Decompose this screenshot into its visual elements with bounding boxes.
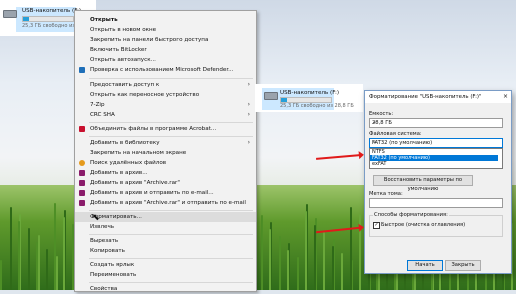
menu-separator [89, 234, 253, 235]
menu-item-recover-files[interactable]: Поиск удалённых файлов [75, 158, 256, 168]
grass-blade [268, 229, 271, 290]
drive-space-right: 25,3 ГБ свободно из 28,8 ГБ [280, 103, 354, 109]
grass-blade [62, 217, 65, 290]
winrar-icon [79, 200, 85, 206]
menu-item-eject[interactable]: Извлечь [75, 222, 256, 232]
menu-item-7zip[interactable]: 7-Zip › [75, 100, 256, 110]
acrobat-icon [79, 126, 85, 132]
capacity-select[interactable]: 28,8 ГБ ⌄ [369, 118, 503, 128]
drive-name-left: USB-накопитель (F:) [22, 8, 82, 14]
grass-blade [260, 215, 263, 290]
grass-blade [305, 211, 308, 290]
menu-item-pin-start[interactable]: Закрепить на начальном экране [75, 148, 256, 158]
close-button[interactable]: Закрыть [445, 260, 481, 271]
menu-item-copy[interactable]: Копировать [75, 246, 256, 256]
grass-blade [296, 257, 299, 290]
menu-item-give-access[interactable]: Предоставить доступ к › [75, 80, 256, 90]
grass-blade [27, 228, 30, 290]
drive-usage-fill [281, 98, 287, 102]
drive-usage-fill [23, 17, 29, 21]
defender-shield-icon [79, 67, 85, 73]
menu-separator [89, 122, 253, 123]
menu-item-add-archive-rar[interactable]: Добавить в архив "Archive.rar" [75, 178, 256, 188]
close-icon[interactable]: × [503, 93, 508, 100]
dialog-titlebar: Форматирование "USB-накопитель (F:)" × [365, 91, 511, 103]
menu-item-defender[interactable]: Проверка с использованием Microsoft Defe… [75, 65, 256, 75]
format-dialog: Форматирование "USB-накопитель (F:)" × Е… [364, 90, 512, 274]
chevron-down-icon: ⌄ [372, 139, 377, 145]
grass-blade [0, 260, 2, 290]
winrar-icon [79, 170, 85, 176]
capacity-label: Емкость: [369, 111, 394, 117]
filesystem-label: Файловая система: [369, 131, 422, 137]
menu-item-bitlocker[interactable]: Включить BitLocker [75, 45, 256, 55]
chevron-down-icon: ⌄ [372, 119, 377, 125]
grass-blade [9, 207, 12, 290]
menu-item-open[interactable]: Открыть [75, 15, 256, 25]
menu-item-properties[interactable]: Свойства [75, 284, 256, 294]
menu-separator [89, 136, 253, 137]
grass-blade [36, 242, 39, 290]
grass-blade [313, 225, 316, 290]
menu-separator [89, 258, 253, 259]
grass-blade [349, 207, 352, 290]
submenu-arrow-icon: › [247, 101, 250, 108]
menu-item-pin-quick-access[interactable]: Закрепить на панели быстрого доступа [75, 35, 256, 45]
menu-item-add-library[interactable]: Добавить в библиотеку › [75, 138, 256, 148]
menu-item-autoplay[interactable]: Открыть автозапуск... [75, 55, 256, 65]
recovery-icon [79, 160, 85, 166]
usb-drive-icon [264, 92, 278, 100]
menu-item-crc-sha[interactable]: CRC SHA › [75, 110, 256, 120]
grass-blade [278, 236, 281, 290]
menu-item-open-new-window[interactable]: Открыть в новом окне [75, 25, 256, 35]
usb-drive-icon [3, 10, 17, 18]
grass-blade [287, 250, 289, 290]
quick-format-label: Быстрое (очистка оглавления) [381, 222, 466, 228]
mouse-cursor-icon: ⬉ [92, 213, 100, 223]
menu-item-add-archive[interactable]: Добавить в архив... [75, 168, 256, 178]
fs-option-exfat[interactable]: exFAT [370, 161, 498, 167]
submenu-arrow-icon: › [247, 139, 250, 146]
winrar-icon [79, 190, 85, 196]
dialog-title: Форматирование "USB-накопитель (F:)" [369, 94, 482, 100]
submenu-arrow-icon: › [247, 81, 250, 88]
volume-label-label: Метка тома: [369, 191, 403, 197]
menu-item-archive-email[interactable]: Добавить в архив и отправить по e-mail..… [75, 188, 256, 198]
grass-blade [45, 249, 48, 290]
drive-usage-bar-left [22, 16, 74, 22]
context-menu: Открыть Открыть в новом окне Закрепить н… [74, 10, 257, 292]
volume-label-input[interactable] [369, 198, 503, 208]
menu-item-portable-device[interactable]: Открыть как переносное устройство [75, 90, 256, 100]
start-button[interactable]: Начать [407, 260, 443, 271]
menu-item-format[interactable]: Форматировать... [75, 212, 256, 222]
grass-blade [18, 221, 21, 290]
format-options-label: Способы форматирования: [373, 212, 449, 218]
restore-defaults-button[interactable]: Восстановить параметры по умолчанию [373, 175, 473, 192]
filesystem-select[interactable]: FAT32 (по умолчанию) ⌄ [369, 138, 503, 148]
menu-item-cut[interactable]: Вырезать [75, 236, 256, 246]
menu-separator [89, 282, 253, 283]
menu-item-create-shortcut[interactable]: Создать ярлык [75, 260, 256, 270]
menu-separator [89, 210, 253, 211]
filesystem-dropdown-list: NTFS FAT32 (по умолчанию) exFAT [369, 148, 503, 169]
grass-blade [341, 253, 344, 290]
menu-item-acrobat-combine[interactable]: Объединить файлы в программе Acrobat... [75, 124, 256, 134]
menu-item-archive-rar-email[interactable]: Добавить в архив "Archive.rar" и отправи… [75, 198, 256, 208]
drive-name-right: USB-накопитель (F:) [280, 90, 340, 96]
menu-separator [89, 78, 253, 79]
winrar-icon [79, 180, 85, 186]
menu-item-rename[interactable]: Переименовать [75, 270, 256, 280]
grass-blade [323, 232, 326, 290]
quick-format-checkbox[interactable]: ✓ [373, 222, 380, 229]
submenu-arrow-icon: › [247, 111, 250, 118]
grass-blade [54, 203, 57, 290]
grass-blade [331, 246, 334, 290]
